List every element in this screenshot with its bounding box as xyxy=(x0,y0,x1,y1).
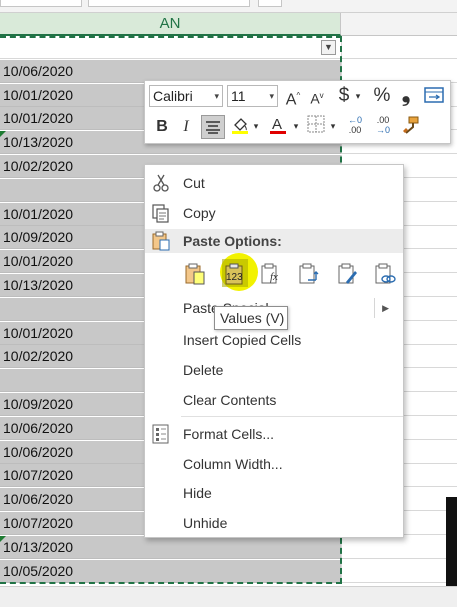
decrease-decimal-top: .00 xyxy=(376,115,390,125)
increase-font-glyph: A xyxy=(285,91,297,109)
paste-formatting-button[interactable] xyxy=(335,259,361,289)
expand-button[interactable] xyxy=(258,0,282,7)
format-cells-icon xyxy=(152,424,169,444)
wrap-format-icon[interactable] xyxy=(423,86,445,108)
italic-button[interactable]: I xyxy=(177,116,195,138)
table-row[interactable]: 10/05/2020 xyxy=(0,560,341,583)
error-indicator-icon xyxy=(0,536,6,542)
paste-icon xyxy=(185,263,205,285)
font-name-value: Calibri xyxy=(153,88,193,104)
menu-item-delete[interactable]: Delete xyxy=(145,355,403,385)
paste-formatting-icon xyxy=(338,263,357,284)
svg-text:A: A xyxy=(272,116,282,133)
error-indicator-icon xyxy=(0,131,6,137)
menu-item-label: Delete xyxy=(183,362,224,378)
mini-toolbar: Calibri ▾ 11 ▾ A^ Av $ ▾ % ❟ B I ▾ A ▾ ▾… xyxy=(144,80,451,144)
paste-link-button[interactable] xyxy=(372,259,398,289)
submenu-divider xyxy=(374,298,375,318)
format-painter-icon xyxy=(403,116,419,134)
italic-glyph: I xyxy=(183,118,189,135)
increase-decimal-button[interactable]: ←0 .00 xyxy=(343,115,367,137)
chevron-down-icon[interactable]: ▾ xyxy=(353,85,363,107)
fill-color-button[interactable] xyxy=(229,115,251,137)
increase-decimal-bottom: .00 xyxy=(348,125,362,135)
paste-button[interactable] xyxy=(182,259,208,289)
function-box[interactable] xyxy=(88,0,250,7)
format-painter-button[interactable] xyxy=(399,115,421,137)
menu-item-label: Copy xyxy=(183,205,216,221)
chevron-down-icon[interactable]: ▾ xyxy=(291,115,301,137)
currency-format-button[interactable]: $ xyxy=(335,85,353,107)
menu-item-column-width[interactable]: Column Width... xyxy=(145,449,403,479)
menu-item-hide[interactable]: Hide xyxy=(145,478,403,508)
filter-dropdown-icon[interactable]: ▼ xyxy=(321,40,336,55)
align-center-icon xyxy=(206,121,220,134)
menu-separator xyxy=(181,416,403,417)
menu-item-format-cells[interactable]: Format Cells... xyxy=(145,419,403,449)
paste-values-button[interactable]: 123 xyxy=(222,259,248,289)
comma-style-button[interactable]: ❟ xyxy=(399,83,413,105)
table-cell-empty[interactable] xyxy=(341,36,457,59)
chevron-right-icon: ▶ xyxy=(382,303,389,313)
menu-item-label: Clear Contents xyxy=(183,392,277,408)
decrease-decimal-bottom: →0 xyxy=(375,125,390,135)
copy-icon xyxy=(152,204,169,223)
comma-glyph: ❟ xyxy=(401,81,411,106)
menu-item-label: Hide xyxy=(183,485,212,501)
paste-formulas-button[interactable]: fx xyxy=(258,259,284,289)
decrease-font-size-button[interactable]: Av xyxy=(307,85,327,107)
currency-glyph: $ xyxy=(338,85,350,106)
background-window-edge xyxy=(446,497,457,586)
formula-bar-edge xyxy=(0,0,457,13)
paste-values-number: 123 xyxy=(226,272,243,283)
font-name-box[interactable]: Calibri ▾ xyxy=(149,85,223,107)
percent-glyph: % xyxy=(373,85,391,106)
font-size-value: 11 xyxy=(231,88,246,104)
chevron-down-icon[interactable]: ▾ xyxy=(251,115,261,137)
paste-link-icon xyxy=(375,263,396,284)
percent-style-button[interactable]: % xyxy=(371,85,393,107)
scissors-icon xyxy=(153,174,169,192)
paste-options-label: Paste Options: xyxy=(183,233,282,249)
column-header-an[interactable]: AN xyxy=(0,13,341,36)
font-size-box[interactable]: 11 ▾ xyxy=(227,85,278,107)
context-menu: Cut Copy Paste Options: 123 fx Paste Spe… xyxy=(144,164,404,538)
paste-transpose-icon xyxy=(299,263,319,284)
font-color-icon: A xyxy=(270,116,286,134)
bold-button[interactable]: B xyxy=(153,116,171,138)
font-color-button[interactable]: A xyxy=(267,115,289,137)
table-row[interactable] xyxy=(0,36,341,59)
chevron-down-icon[interactable]: ▾ xyxy=(328,115,338,137)
bold-glyph: B xyxy=(156,118,168,135)
column-header-next[interactable] xyxy=(341,13,457,36)
menu-item-label: Column Width... xyxy=(183,456,283,472)
borders-icon xyxy=(307,115,325,133)
menu-item-unhide[interactable]: Unhide xyxy=(145,508,403,538)
decrease-font-glyph: A xyxy=(310,90,320,107)
align-center-button[interactable] xyxy=(201,115,225,139)
paste-transpose-button[interactable] xyxy=(296,259,322,289)
chevron-down-icon[interactable]: ▾ xyxy=(269,86,274,106)
decrease-decimal-button[interactable]: .00 →0 xyxy=(371,115,395,137)
increase-font-size-button[interactable]: A^ xyxy=(283,85,303,109)
paste-options-header: Paste Options: xyxy=(145,229,403,253)
borders-button[interactable] xyxy=(305,115,327,137)
clipboard-icon xyxy=(152,231,170,251)
menu-item-copy[interactable]: Copy xyxy=(145,198,403,228)
table-cell-empty[interactable] xyxy=(341,560,457,583)
menu-item-clear-contents[interactable]: Clear Contents xyxy=(145,385,403,415)
table-row[interactable]: 10/13/2020 xyxy=(0,536,341,559)
sheet-bottom-bar xyxy=(0,586,457,607)
menu-item-label: Unhide xyxy=(183,515,228,531)
menu-item-label: Format Cells... xyxy=(183,426,275,442)
name-box[interactable] xyxy=(0,0,82,7)
paint-bucket-icon xyxy=(232,118,248,134)
paste-formulas-fx: fx xyxy=(270,271,278,283)
increase-decimal-top: ←0 xyxy=(347,115,362,125)
menu-item-cut[interactable]: Cut xyxy=(145,168,403,198)
menu-item-label: Cut xyxy=(183,175,205,191)
chevron-down-icon[interactable]: ▾ xyxy=(214,86,219,106)
paste-values-tooltip: Values (V) xyxy=(214,306,288,330)
table-cell-empty[interactable] xyxy=(341,536,457,559)
